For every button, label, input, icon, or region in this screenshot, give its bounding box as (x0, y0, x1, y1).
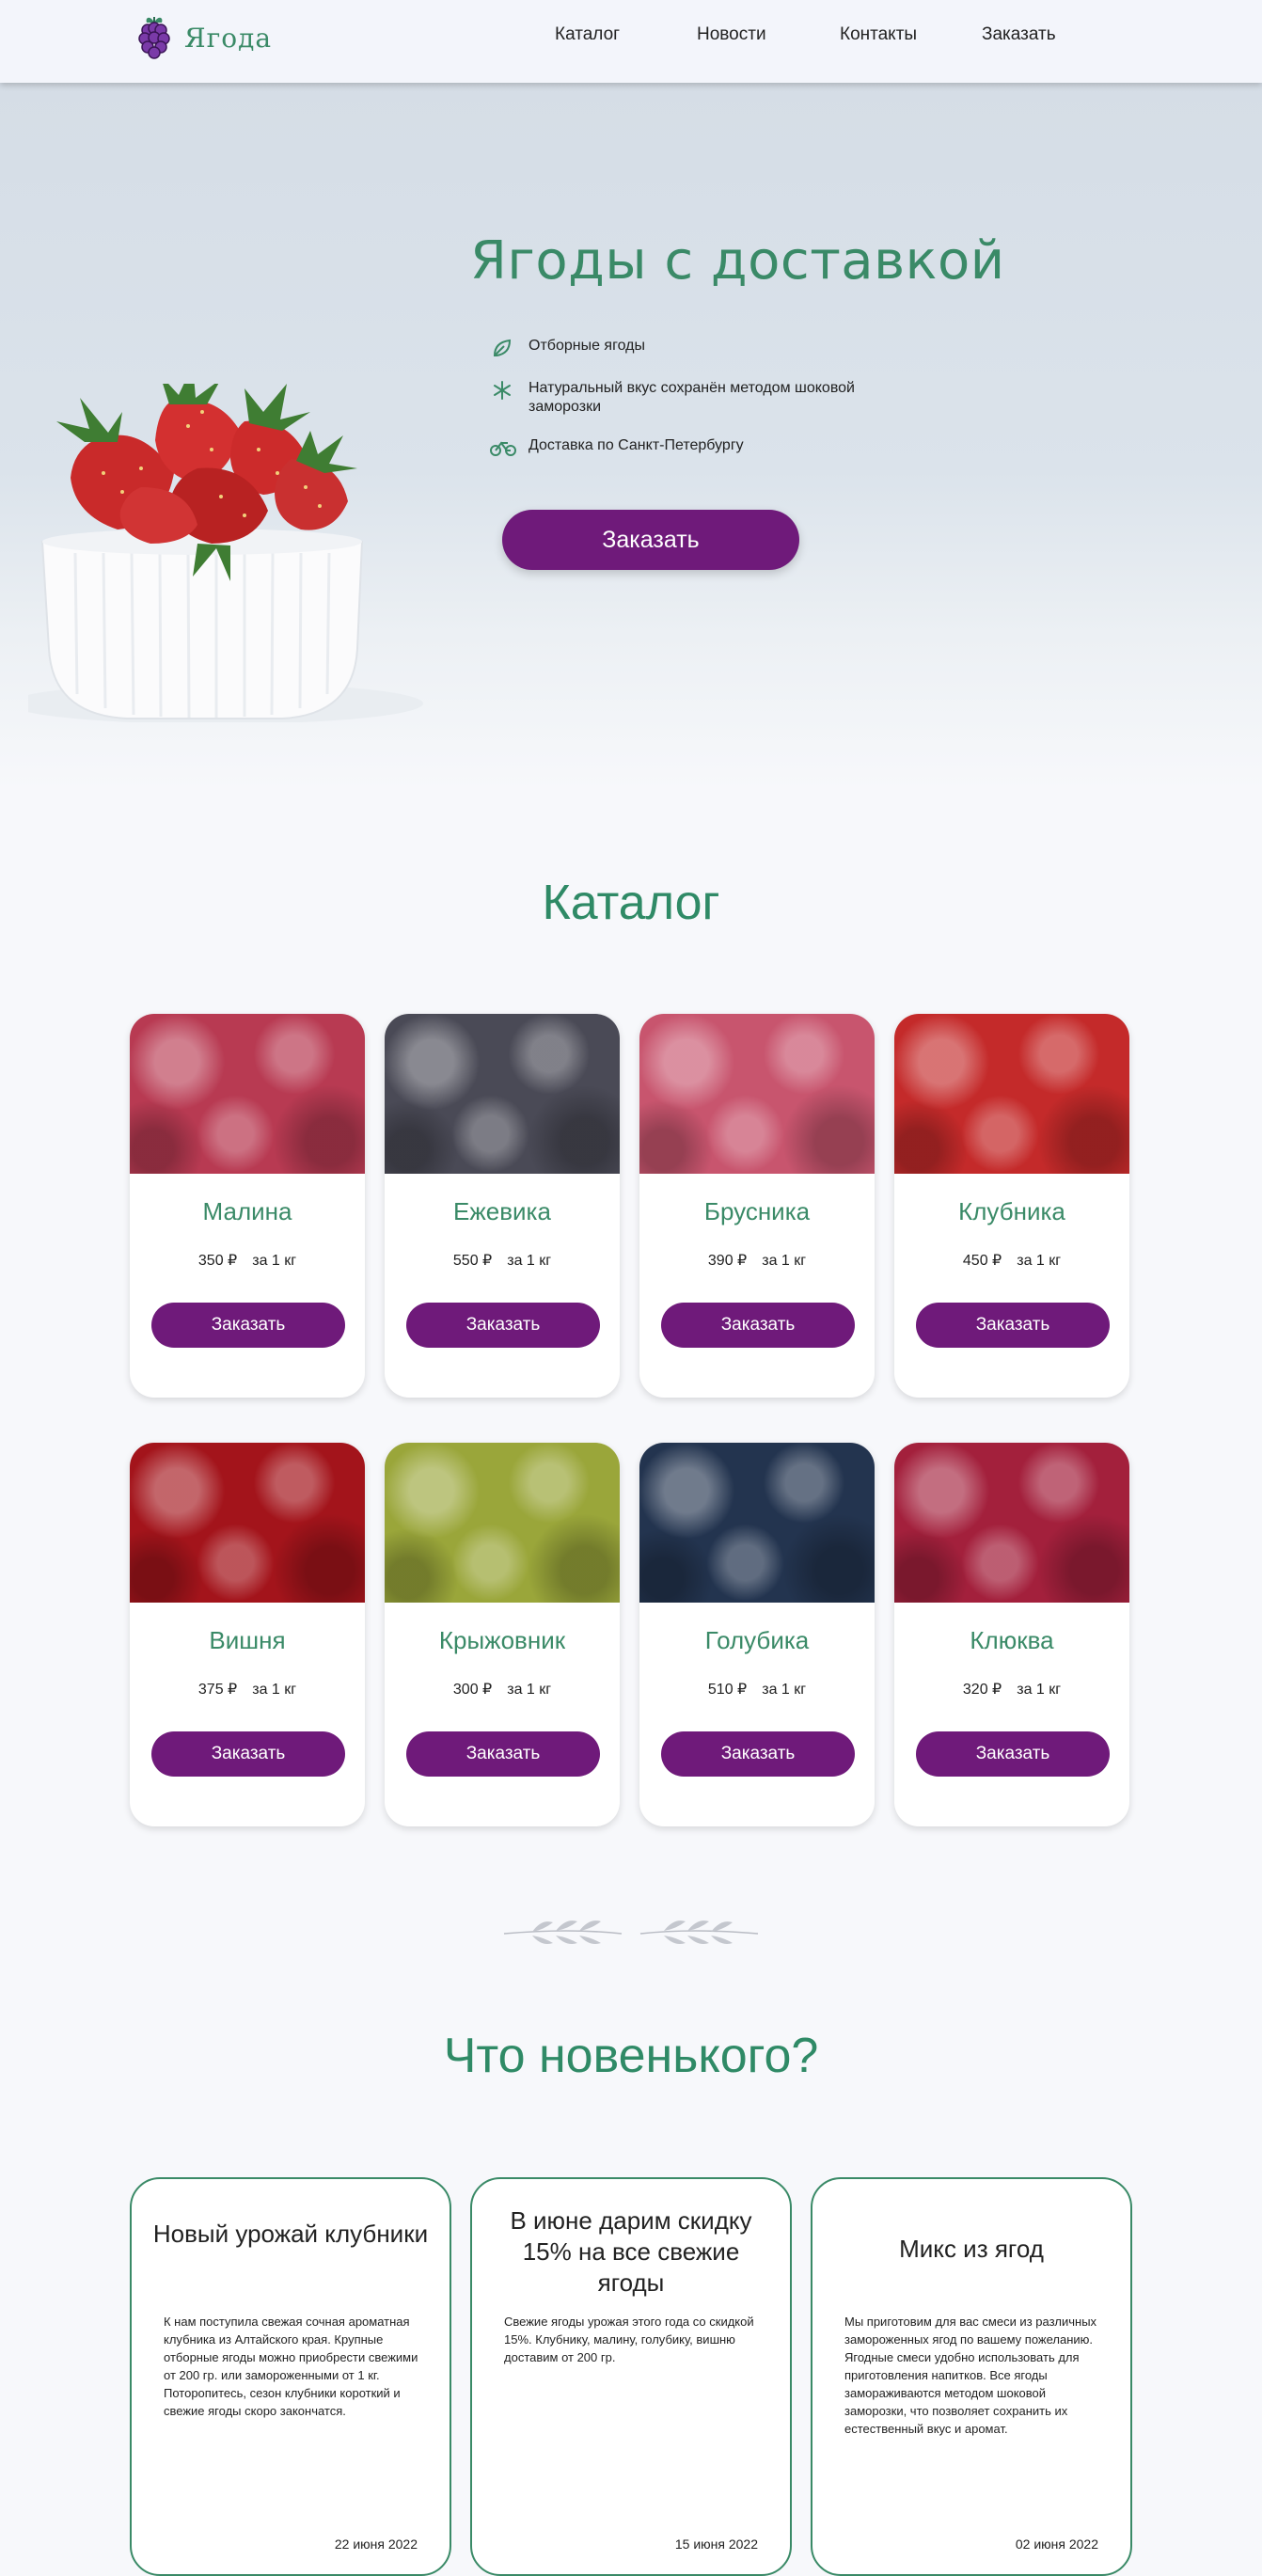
product-order-button[interactable]: Заказать (151, 1303, 345, 1348)
product-photo (130, 1443, 365, 1603)
news-card-title: Новый урожай клубники (152, 2220, 429, 2248)
product-unit: за 1 кг (507, 1253, 552, 1269)
product-unit: за 1 кг (762, 1253, 807, 1269)
product-order-button[interactable]: Заказать (406, 1731, 600, 1777)
product-name: Ежевика (453, 1197, 551, 1225)
product-price: 450 ₽ (962, 1253, 1002, 1269)
product-name: Крыжовник (438, 1626, 566, 1654)
news-card-body: Мы приготовим для вас смеси из различных… (844, 2315, 1097, 2436)
product-order-button[interactable]: Заказать (661, 1731, 855, 1777)
leaf-divider-icon (503, 1920, 759, 1944)
product-order-button[interactable]: Заказать (406, 1303, 600, 1348)
product-price: 390 ₽ (707, 1253, 748, 1269)
product-price-row: 350 ₽ за 1 кг (130, 1251, 365, 1270)
product-price-row: 390 ₽ за 1 кг (639, 1251, 875, 1270)
product-photo (385, 1443, 620, 1603)
product-name: Малина (202, 1197, 292, 1225)
feature-item: Натуральный вкус сохранён методом шоково… (489, 379, 914, 417)
nav-catalog[interactable]: Каталог (555, 24, 620, 45)
product-name: Клюква (970, 1626, 1054, 1654)
product-price: 320 ₽ (962, 1682, 1002, 1698)
nav-order[interactable]: Заказать (982, 24, 1056, 45)
strawberry-bowl-image (28, 384, 423, 722)
feature-item: Доставка по Санкт-Петербургу (489, 436, 914, 459)
news-card[interactable]: Новый урожай клубники К нам поступила св… (130, 2177, 451, 2576)
hero-section: Ягоды с доставкой Отборные ягоды Натурал… (0, 83, 1262, 790)
product-price-row: 450 ₽ за 1 кг (894, 1251, 1129, 1270)
product-name: Брусника (703, 1197, 811, 1225)
news-title: Что новенького? (443, 2029, 819, 2083)
product-order-button[interactable]: Заказать (661, 1303, 855, 1348)
product-price-row: 300 ₽ за 1 кг (385, 1680, 620, 1699)
product-photo (639, 1443, 875, 1603)
news-card-title: В июне дарим скидку 15% на все свежие яг… (510, 2206, 752, 2297)
product-photo (639, 1014, 875, 1174)
product-card[interactable]: Клубника 450 ₽ за 1 кг Заказать (894, 1014, 1129, 1398)
brand-name: Ягода (184, 22, 273, 54)
product-price: 375 ₽ (197, 1682, 238, 1698)
product-photo (130, 1014, 365, 1174)
news-card[interactable]: В июне дарим скидку 15% на все свежие яг… (470, 2177, 792, 2576)
product-unit: за 1 кг (252, 1682, 297, 1698)
product-card[interactable]: Малина 350 ₽ за 1 кг Заказать (130, 1014, 365, 1398)
product-unit: за 1 кг (1017, 1682, 1062, 1698)
snowflake-icon (494, 381, 511, 400)
news-card-body: К нам поступила свежая сочная ароматная … (164, 2315, 418, 2418)
catalog-title: Каталог (542, 876, 720, 930)
product-unit: за 1 кг (1017, 1253, 1062, 1269)
logo[interactable]: Ягода (135, 13, 272, 62)
news-card-date: 02 июня 2022 (1015, 2536, 1098, 2552)
news-card-title: Микс из ягод (899, 2235, 1044, 2263)
product-price: 550 ₽ (452, 1253, 493, 1269)
nav-news[interactable]: Новости (697, 24, 766, 45)
product-name: Клубника (958, 1197, 1065, 1225)
product-order-button[interactable]: Заказать (916, 1731, 1110, 1777)
product-price: 300 ₽ (452, 1682, 493, 1698)
feature-text: Отборные ягоды (528, 338, 645, 354)
product-card[interactable]: Вишня 375 ₽ за 1 кг Заказать (130, 1443, 365, 1826)
nav-contacts[interactable]: Контакты (840, 24, 917, 45)
product-name: Голубика (704, 1626, 810, 1654)
news-card[interactable]: Микс из ягод Мы приготовим для вас смеси… (811, 2177, 1132, 2576)
product-price-row: 510 ₽ за 1 кг (639, 1680, 875, 1699)
raspberry-logo-icon (138, 17, 170, 59)
product-price-row: 320 ₽ за 1 кг (894, 1680, 1129, 1699)
product-card[interactable]: Брусника 390 ₽ за 1 кг Заказать (639, 1014, 875, 1398)
news-card-date: 15 июня 2022 (674, 2536, 758, 2552)
product-order-button[interactable]: Заказать (151, 1731, 345, 1777)
product-price: 350 ₽ (197, 1253, 238, 1269)
hero-order-button[interactable]: Заказать (502, 510, 799, 570)
news-card-body: Свежие ягоды урожая этого года со скидко… (504, 2315, 754, 2364)
product-card[interactable]: Крыжовник 300 ₽ за 1 кг Заказать (385, 1443, 620, 1826)
news-card-date: 22 июня 2022 (334, 2536, 418, 2552)
feature-text: Доставка по Санкт-Петербургу (528, 437, 744, 453)
product-photo (894, 1443, 1129, 1603)
product-price-row: 550 ₽ за 1 кг (385, 1251, 620, 1270)
bicycle-icon (490, 441, 516, 456)
feature-item: Отборные ягоды (489, 337, 914, 359)
product-photo (385, 1014, 620, 1174)
product-order-button[interactable]: Заказать (916, 1303, 1110, 1348)
leaf-icon (493, 339, 512, 356)
product-card[interactable]: Голубика 510 ₽ за 1 кг Заказать (639, 1443, 875, 1826)
product-price-row: 375 ₽ за 1 кг (130, 1680, 365, 1699)
product-card[interactable]: Клюква 320 ₽ за 1 кг Заказать (894, 1443, 1129, 1826)
product-name: Вишня (209, 1626, 286, 1654)
product-photo (894, 1014, 1129, 1174)
product-unit: за 1 кг (762, 1682, 807, 1698)
feature-text: Натуральный вкус сохранён методом шоково… (528, 380, 855, 415)
product-unit: за 1 кг (507, 1682, 552, 1698)
hero-title: Ягоды с доставкой (470, 230, 1005, 292)
product-unit: за 1 кг (252, 1253, 297, 1269)
product-price: 510 ₽ (707, 1682, 748, 1698)
product-card[interactable]: Ежевика 550 ₽ за 1 кг Заказать (385, 1014, 620, 1398)
site-header: Ягода Каталог Новости Контакты Заказать (0, 0, 1262, 83)
